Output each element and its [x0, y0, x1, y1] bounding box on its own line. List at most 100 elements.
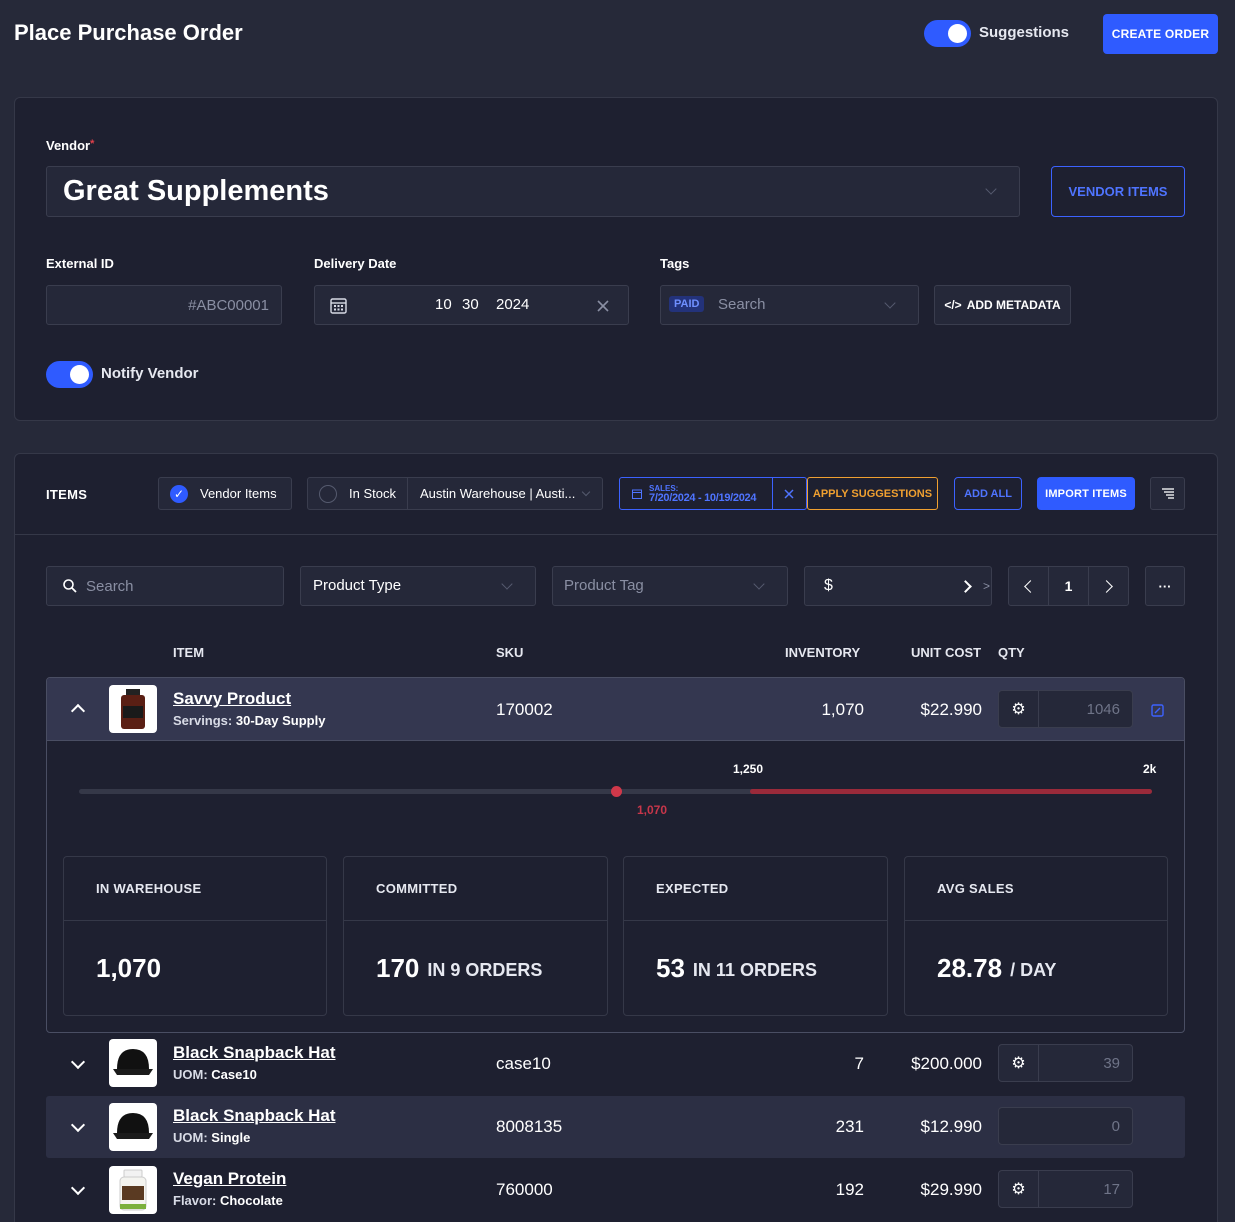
- item-name[interactable]: Black Snapback Hat: [173, 1106, 336, 1126]
- prev-page-button[interactable]: [1009, 567, 1049, 605]
- chevron-right-icon: [959, 580, 972, 593]
- stat-label: EXPECTED: [624, 857, 887, 921]
- vendor-label: Vendor*: [46, 138, 95, 153]
- stat-label: IN WAREHOUSE: [64, 857, 326, 921]
- suggestions-toggle[interactable]: [924, 20, 971, 47]
- product-tag-select[interactable]: Product Tag: [552, 566, 788, 606]
- tags-select[interactable]: PAID Search: [660, 285, 919, 325]
- check-icon: ✓: [170, 484, 188, 503]
- add-all-button[interactable]: ADD ALL: [954, 477, 1022, 510]
- stat-suffix: / DAY: [1010, 959, 1057, 980]
- import-items-button[interactable]: IMPORT ITEMS: [1037, 477, 1135, 510]
- item-name[interactable]: Savvy Product: [173, 689, 291, 709]
- date-month[interactable]: 10: [435, 296, 452, 313]
- column-settings-button[interactable]: [1150, 477, 1185, 510]
- tag-chip-paid[interactable]: PAID: [669, 296, 705, 312]
- qty-input[interactable]: ⚙ 39: [998, 1044, 1133, 1082]
- col-header-qty[interactable]: QTY: [998, 645, 1025, 660]
- warehouse-select[interactable]: Austin Warehouse | Austi...: [420, 486, 575, 501]
- qty-input[interactable]: ⚙ 1046: [998, 690, 1133, 728]
- item-attribute: Flavor: Chocolate: [173, 1193, 283, 1208]
- list-filter-icon: [1162, 488, 1174, 499]
- date-day[interactable]: 30: [462, 296, 479, 313]
- next-page-button[interactable]: [1089, 567, 1128, 605]
- stat-card-avg-sales: AVG SALES 28.78 / DAY: [904, 856, 1168, 1016]
- pagination: 1: [1008, 566, 1129, 606]
- product-type-select[interactable]: Product Type: [300, 566, 536, 606]
- chevron-left-icon: [1024, 579, 1037, 593]
- stat-value: 170: [376, 952, 420, 983]
- stat-card-expected: EXPECTED 53 IN 11 ORDERS: [623, 856, 888, 1016]
- col-header-unit-cost[interactable]: UNIT COST: [911, 645, 981, 660]
- close-icon[interactable]: [784, 489, 794, 499]
- vendor-value: Great Supplements: [63, 175, 329, 207]
- item-name[interactable]: Black Snapback Hat: [173, 1043, 336, 1063]
- tags-search-placeholder: Search: [718, 296, 766, 313]
- stat-suffix: IN 9 ORDERS: [427, 959, 543, 980]
- item-inventory: 1,070: [821, 700, 864, 719]
- item-unit-cost: $12.990: [920, 1117, 982, 1136]
- divider: [406, 477, 408, 510]
- add-metadata-button[interactable]: </> ADD METADATA: [934, 285, 1071, 325]
- apply-suggestions-button[interactable]: APPLY SUGGESTIONS: [807, 477, 938, 510]
- notify-vendor-toggle[interactable]: [46, 361, 93, 388]
- calendar-icon: [632, 489, 642, 499]
- in-stock-radio[interactable]: [319, 484, 337, 503]
- more-options-button[interactable]: ···: [1145, 566, 1185, 606]
- inventory-slider-target-range: [749, 789, 1152, 794]
- calendar-icon: [330, 298, 347, 314]
- gear-icon[interactable]: ⚙: [999, 1045, 1039, 1081]
- stat-label: AVG SALES: [905, 857, 1167, 921]
- vendor-select[interactable]: Great Supplements: [46, 166, 1020, 217]
- clear-date-icon[interactable]: [597, 300, 609, 312]
- chevron-down-icon: [501, 578, 513, 590]
- page-number[interactable]: 1: [1049, 567, 1089, 605]
- stat-card-committed: COMMITTED 170 IN 9 ORDERS: [343, 856, 608, 1016]
- vendor-items-filter[interactable]: ✓ Vendor Items: [158, 477, 292, 510]
- slider-max-label: 2k: [1143, 762, 1157, 776]
- suggestions-label: Suggestions: [979, 24, 1070, 41]
- vendor-items-button[interactable]: VENDOR ITEMS: [1051, 166, 1185, 217]
- product-thumbnail: [109, 685, 157, 733]
- chevron-right-icon: [1100, 579, 1113, 593]
- divider: [772, 478, 773, 509]
- gear-icon[interactable]: ⚙: [999, 1171, 1039, 1207]
- col-header-inventory[interactable]: INVENTORY: [785, 645, 860, 660]
- slider-current-label: 1,070: [637, 803, 668, 817]
- inventory-slider-thumb[interactable]: [610, 786, 622, 797]
- stock-filter-group: In Stock Austin Warehouse | Austi...: [307, 477, 603, 510]
- item-name[interactable]: Vegan Protein: [173, 1169, 286, 1189]
- gear-icon[interactable]: ⚙: [999, 691, 1039, 727]
- search-input[interactable]: Search: [46, 566, 284, 606]
- date-year[interactable]: 2024: [496, 296, 529, 313]
- page-title: Place Purchase Order: [14, 20, 243, 45]
- stat-value: 53: [656, 952, 685, 983]
- item-attribute: UOM: Case10: [173, 1067, 257, 1082]
- items-section-label: ITEMS: [46, 487, 88, 502]
- price-prefix: $: [824, 577, 833, 594]
- item-inventory: 231: [835, 1117, 864, 1136]
- edit-note-icon[interactable]: [1151, 704, 1164, 717]
- sales-range-chip[interactable]: SALES: 7/20/2024 - 10/19/2024: [619, 477, 807, 510]
- product-thumbnail: [109, 1103, 157, 1151]
- chevron-down-icon: [753, 578, 765, 590]
- qty-input[interactable]: 0: [998, 1107, 1133, 1145]
- chevron-down-icon: [985, 183, 997, 195]
- price-filter-input[interactable]: $ >: [804, 566, 992, 606]
- external-id-input[interactable]: #ABC00001: [46, 285, 282, 325]
- item-sku: 8008135: [496, 1117, 563, 1136]
- stat-card-in-warehouse: IN WAREHOUSE 1,070: [63, 856, 327, 1016]
- col-header-sku[interactable]: SKU: [496, 645, 523, 660]
- qty-input[interactable]: ⚙ 17: [998, 1170, 1133, 1208]
- chevron-down-icon: [884, 297, 896, 309]
- in-stock-label: In Stock: [349, 486, 396, 501]
- item-unit-cost: $200.000: [911, 1054, 982, 1073]
- col-header-item[interactable]: ITEM: [173, 645, 204, 660]
- item-unit-cost: $29.990: [920, 1180, 982, 1199]
- delivery-date-input[interactable]: 10 30 2024: [314, 285, 629, 325]
- item-attribute: UOM: Single: [173, 1130, 251, 1145]
- item-sku: 170002: [496, 700, 553, 719]
- item-inventory: 192: [835, 1180, 864, 1199]
- external-id-label: External ID: [46, 256, 114, 271]
- create-order-button[interactable]: CREATE ORDER: [1103, 14, 1218, 54]
